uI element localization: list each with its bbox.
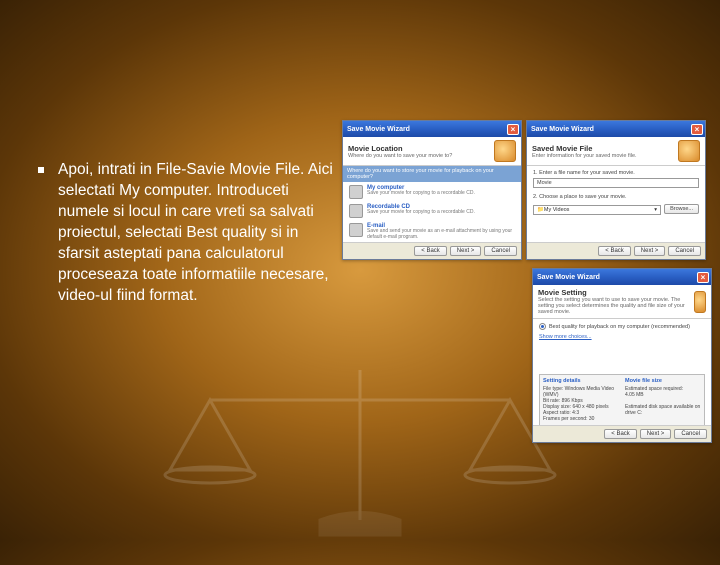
detail-line: Estimated disk space available on drive … — [625, 404, 701, 416]
titlebar: Save Movie Wizard × — [527, 121, 705, 137]
next-button[interactable]: Next > — [634, 246, 666, 256]
setting-details-heading: Setting details — [543, 378, 619, 384]
film-reel-icon — [494, 140, 516, 162]
detail-line: File type: Windows Media Video (WMV) — [543, 386, 619, 398]
option-recordable-cd[interactable]: Recordable CDSave your movie for copying… — [349, 204, 515, 218]
back-button[interactable]: < Back — [414, 246, 447, 256]
window-title: Save Movie Wizard — [347, 126, 410, 133]
cd-icon — [349, 204, 363, 218]
file-size-heading: Movie file size — [625, 378, 701, 384]
titlebar: Save Movie Wizard × — [343, 121, 521, 137]
close-icon[interactable]: × — [507, 124, 519, 135]
filename-label: 1. Enter a file name for your saved movi… — [533, 170, 699, 176]
titlebar: Save Movie Wizard × — [533, 269, 711, 285]
wizard-footer: < Back Next > Cancel — [533, 425, 711, 442]
window-title: Save Movie Wizard — [537, 274, 600, 281]
wizard-movie-setting: Save Movie Wizard × Movie Setting Select… — [532, 268, 712, 443]
wizard-footer: < Back Next > Cancel — [527, 242, 705, 259]
wizard-movie-location: Save Movie Wizard × Movie Location Where… — [342, 120, 522, 260]
wizard-subheading: Select the setting you want to use to sa… — [538, 297, 694, 315]
wizard-heading: Movie Location — [348, 144, 452, 153]
quality-option[interactable]: Best quality for playback on my computer… — [539, 323, 705, 330]
close-icon[interactable]: × — [691, 124, 703, 135]
location-dropdown[interactable]: 📁 My Videos ▾ — [533, 205, 661, 215]
show-more-link[interactable]: Show more choices... — [539, 334, 592, 340]
bullet-icon — [38, 167, 44, 173]
wizard-subheading: Enter information for your saved movie f… — [532, 153, 637, 159]
slide-text-block: Apoi, intrati in File-Savie Movie File. … — [58, 160, 338, 306]
film-reel-icon — [678, 140, 700, 162]
detail-line: Frames per second: 30 — [543, 416, 619, 422]
cancel-button[interactable]: Cancel — [484, 246, 517, 256]
setting-details-box: Setting details File type: Windows Media… — [539, 374, 705, 425]
wizard-footer: < Back Next > Cancel — [343, 242, 521, 259]
back-button[interactable]: < Back — [604, 429, 637, 439]
wizard-header: Movie Setting Select the setting you wan… — [533, 285, 711, 319]
wizard-header: Saved Movie File Enter information for y… — [527, 137, 705, 166]
next-button[interactable]: Next > — [450, 246, 482, 256]
wizard-header: Movie Location Where do you want to save… — [343, 137, 521, 166]
filename-input[interactable]: Movie — [533, 178, 699, 188]
wizard-subheading: Where do you want to save your movie to? — [348, 153, 452, 159]
section-band: Where do you want to store your movie fo… — [343, 166, 521, 182]
option-my-computer[interactable]: My computerSave your movie for copying t… — [349, 185, 515, 199]
cancel-button[interactable]: Cancel — [674, 429, 707, 439]
slide-text: Apoi, intrati in File-Savie Movie File. … — [58, 161, 333, 304]
browse-button[interactable]: Browse... — [664, 204, 699, 214]
film-reel-icon — [694, 291, 706, 313]
back-button[interactable]: < Back — [598, 246, 631, 256]
location-label: 2. Choose a place to save your movie. — [533, 194, 699, 200]
radio-on-icon — [539, 323, 546, 330]
wizard-saved-movie-file: Save Movie Wizard × Saved Movie File Ent… — [526, 120, 706, 260]
wizard-heading: Saved Movie File — [532, 144, 637, 153]
next-button[interactable]: Next > — [640, 429, 672, 439]
screenshot-cluster: Save Movie Wizard × Movie Location Where… — [342, 120, 712, 260]
computer-icon — [349, 185, 363, 199]
window-title: Save Movie Wizard — [531, 126, 594, 133]
close-icon[interactable]: × — [697, 272, 709, 283]
cancel-button[interactable]: Cancel — [668, 246, 701, 256]
option-email[interactable]: E-mailSave and send your movie as an e-m… — [349, 223, 515, 240]
email-icon — [349, 223, 363, 237]
wizard-heading: Movie Setting — [538, 288, 694, 297]
